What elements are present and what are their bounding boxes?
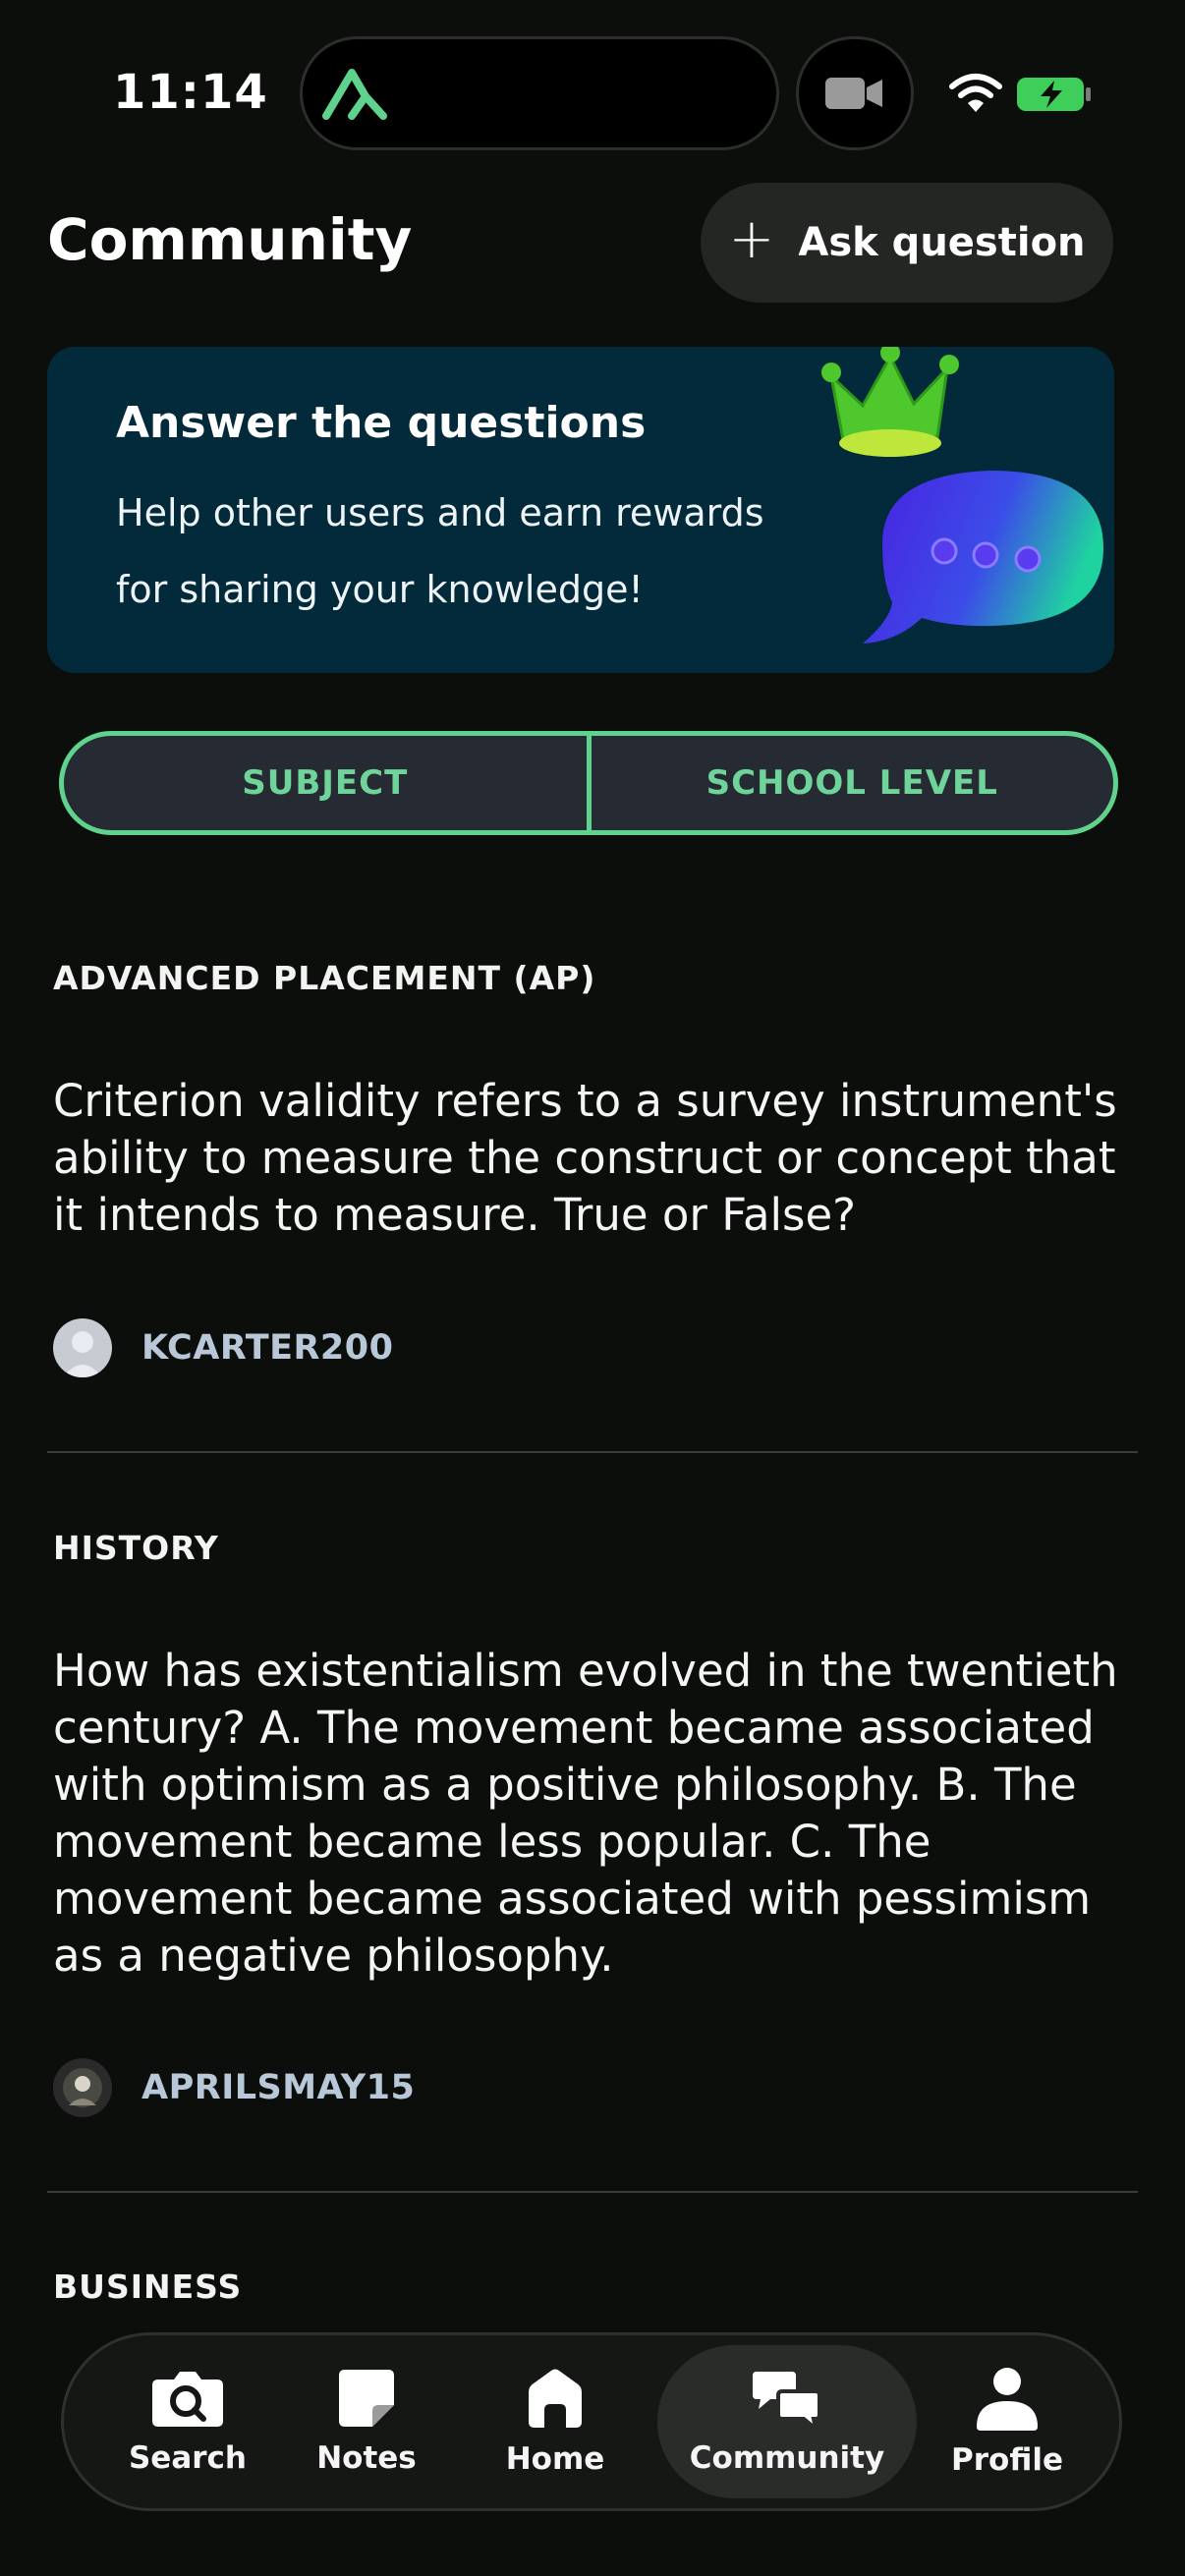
nav-profile[interactable]: Profile: [929, 2335, 1086, 2508]
nav-label: Search: [128, 2440, 247, 2476]
question-subject: ADVANCED PLACEMENT (AP): [53, 959, 596, 997]
question-subject: HISTORY: [53, 1529, 219, 1567]
avatar: [53, 2058, 112, 2117]
ask-question-label: Ask question: [798, 220, 1086, 265]
question-author[interactable]: APRILSMAY15: [53, 2058, 415, 2117]
filter-toggle: SUBJECT SCHOOL LEVEL: [59, 731, 1118, 835]
avatar: [53, 1318, 112, 1377]
crown-illustration-icon: [821, 347, 959, 457]
author-name: KCARTER200: [141, 1328, 394, 1368]
nav-label: Profile: [951, 2442, 1063, 2478]
app-logo-icon: [322, 69, 387, 120]
question-text[interactable]: Criterion validity refers to a survey in…: [53, 1073, 1134, 1244]
filter-subject[interactable]: SUBJECT: [64, 736, 587, 830]
chat-bubble-illustration-icon: [863, 471, 1103, 644]
nav-search[interactable]: Search: [103, 2335, 272, 2508]
chat-bubbles-icon: [753, 2372, 821, 2429]
divider: [47, 2191, 1138, 2193]
ask-question-button[interactable]: + Ask question: [701, 183, 1113, 303]
author-name: APRILSMAY15: [141, 2068, 416, 2107]
bottom-navigation: Search Notes Home Community Profile: [61, 2332, 1122, 2511]
nav-community[interactable]: Community: [657, 2345, 917, 2498]
nav-label: Notes: [316, 2440, 417, 2476]
home-icon: [529, 2369, 582, 2428]
video-camera-icon: [825, 78, 882, 109]
camera-search-icon: [152, 2372, 223, 2427]
page-title: Community: [47, 206, 413, 273]
nav-label: Home: [505, 2441, 605, 2477]
nav-home[interactable]: Home: [477, 2335, 634, 2508]
plus-icon: +: [728, 207, 775, 271]
question-subject: BUSINESS: [53, 2268, 243, 2306]
nav-notes[interactable]: Notes: [288, 2335, 445, 2508]
facetime-indicator: [796, 36, 914, 150]
nav-label: Community: [689, 2440, 885, 2476]
divider: [47, 1451, 1138, 1453]
question-text[interactable]: How has existentialism evolved in the tw…: [53, 1643, 1134, 1985]
status-time: 11:14: [113, 65, 268, 120]
question-author[interactable]: KCARTER200: [53, 1318, 394, 1377]
notes-icon: [339, 2370, 394, 2427]
banner-title: Answer the questions: [116, 398, 647, 448]
filter-school-level[interactable]: SCHOOL LEVEL: [586, 736, 1114, 830]
battery-charging-icon: [1017, 78, 1091, 111]
person-icon: [977, 2368, 1038, 2431]
banner-text: Help other users and earn rewards for sh…: [116, 491, 764, 611]
answer-questions-banner[interactable]: Answer the questions Help other users an…: [47, 347, 1114, 673]
wifi-icon: [949, 74, 1002, 112]
